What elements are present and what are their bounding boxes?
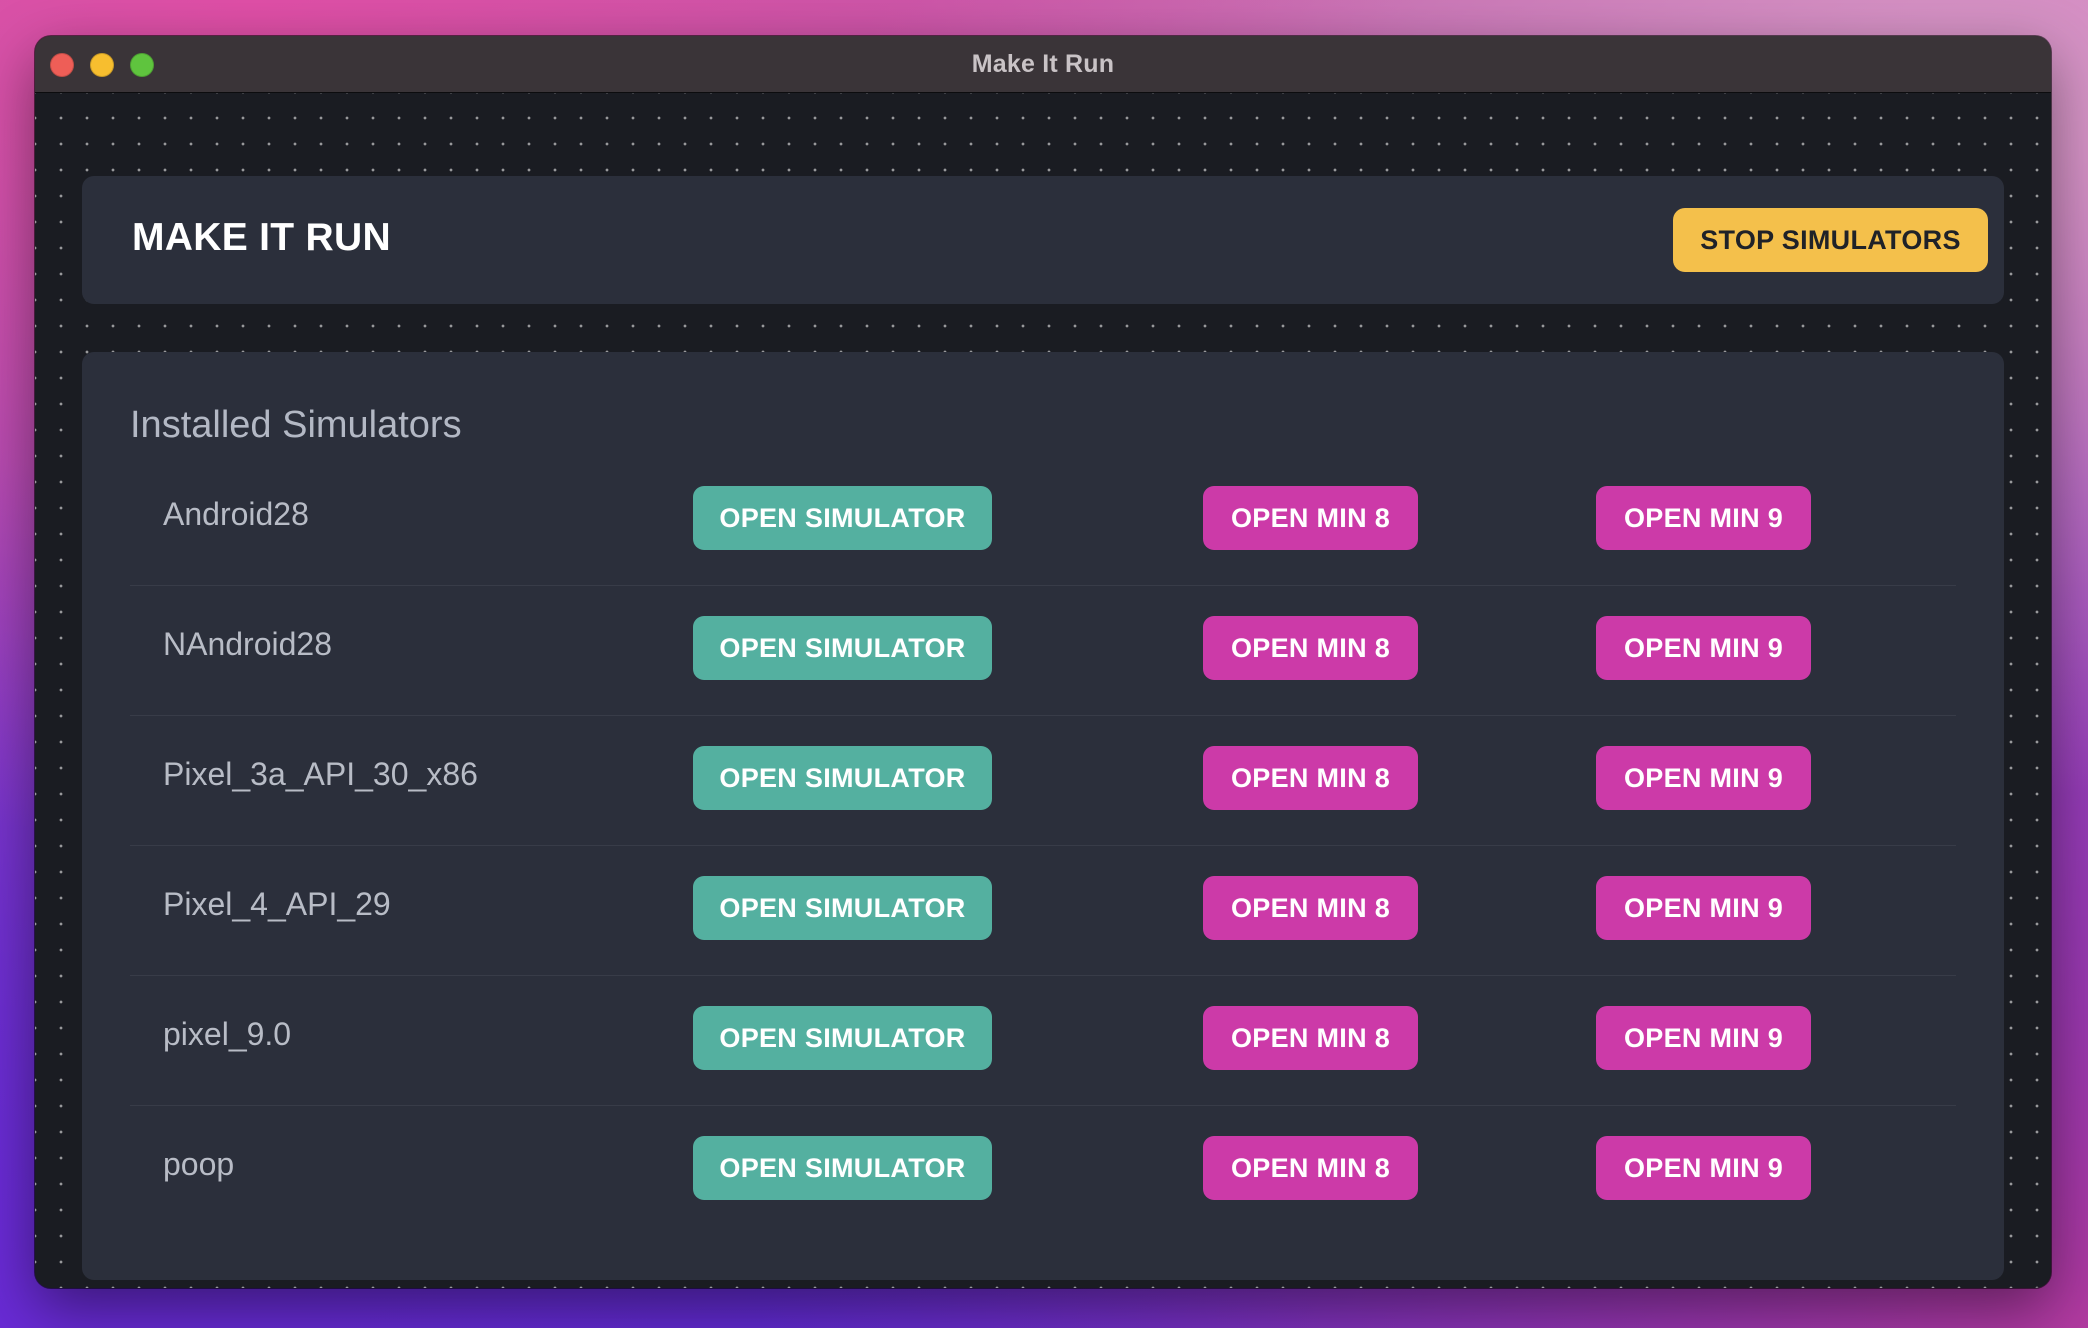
simulator-row: Pixel_4_API_29 OPEN SIMULATOR OPEN MIN 8…	[130, 846, 1956, 976]
open-min-8-button[interactable]: OPEN MIN 8	[1203, 746, 1418, 810]
open-simulator-button[interactable]: OPEN SIMULATOR	[693, 616, 992, 680]
open-min-9-button[interactable]: OPEN MIN 9	[1596, 486, 1811, 550]
simulator-name: Pixel_3a_API_30_x86	[163, 756, 478, 792]
window-controls	[50, 53, 154, 77]
simulator-list: Android28 OPEN SIMULATOR OPEN MIN 8 OPEN…	[130, 456, 1956, 1235]
open-min-8-button[interactable]: OPEN MIN 8	[1203, 1136, 1418, 1200]
app-heading: MAKE IT RUN	[132, 216, 391, 259]
simulator-name: pixel_9.0	[163, 1016, 292, 1052]
simulator-name: Pixel_4_API_29	[163, 886, 391, 922]
title-bar[interactable]: Make It Run	[35, 36, 2051, 93]
simulator-name: poop	[163, 1146, 235, 1182]
section-title: Installed Simulators	[130, 404, 462, 446]
app-content: MAKE IT RUN STOP SIMULATORS Installed Si…	[35, 93, 2051, 1288]
open-min-9-button[interactable]: OPEN MIN 9	[1596, 1006, 1811, 1070]
open-simulator-button[interactable]: OPEN SIMULATOR	[693, 1136, 992, 1200]
simulator-row: Pixel_3a_API_30_x86 OPEN SIMULATOR OPEN …	[130, 716, 1956, 846]
minimize-window-button[interactable]	[90, 53, 114, 77]
close-window-button[interactable]	[50, 53, 74, 77]
simulator-name: NAndroid28	[163, 626, 332, 662]
header-card: MAKE IT RUN STOP SIMULATORS	[82, 176, 2004, 304]
simulator-row: poop OPEN SIMULATOR OPEN MIN 8 OPEN MIN …	[130, 1106, 1956, 1235]
zoom-window-button[interactable]	[130, 53, 154, 77]
open-min-9-button[interactable]: OPEN MIN 9	[1596, 876, 1811, 940]
open-min-8-button[interactable]: OPEN MIN 8	[1203, 876, 1418, 940]
open-min-8-button[interactable]: OPEN MIN 8	[1203, 1006, 1418, 1070]
stop-simulators-button[interactable]: STOP SIMULATORS	[1673, 208, 1988, 272]
open-min-9-button[interactable]: OPEN MIN 9	[1596, 616, 1811, 680]
open-simulator-button[interactable]: OPEN SIMULATOR	[693, 1006, 992, 1070]
open-min-8-button[interactable]: OPEN MIN 8	[1203, 616, 1418, 680]
open-simulator-button[interactable]: OPEN SIMULATOR	[693, 486, 992, 550]
simulator-row: Android28 OPEN SIMULATOR OPEN MIN 8 OPEN…	[130, 456, 1956, 586]
open-simulator-button[interactable]: OPEN SIMULATOR	[693, 876, 992, 940]
open-min-9-button[interactable]: OPEN MIN 9	[1596, 1136, 1811, 1200]
open-simulator-button[interactable]: OPEN SIMULATOR	[693, 746, 992, 810]
simulator-row: NAndroid28 OPEN SIMULATOR OPEN MIN 8 OPE…	[130, 586, 1956, 716]
window-title: Make It Run	[971, 49, 1115, 78]
app-window: Make It Run MAKE IT RUN STOP SIMULATORS …	[35, 36, 2051, 1288]
simulators-card: Installed Simulators Android28 OPEN SIMU…	[82, 352, 2004, 1280]
open-min-9-button[interactable]: OPEN MIN 9	[1596, 746, 1811, 810]
open-min-8-button[interactable]: OPEN MIN 8	[1203, 486, 1418, 550]
simulator-row: pixel_9.0 OPEN SIMULATOR OPEN MIN 8 OPEN…	[130, 976, 1956, 1106]
simulator-name: Android28	[163, 496, 309, 532]
